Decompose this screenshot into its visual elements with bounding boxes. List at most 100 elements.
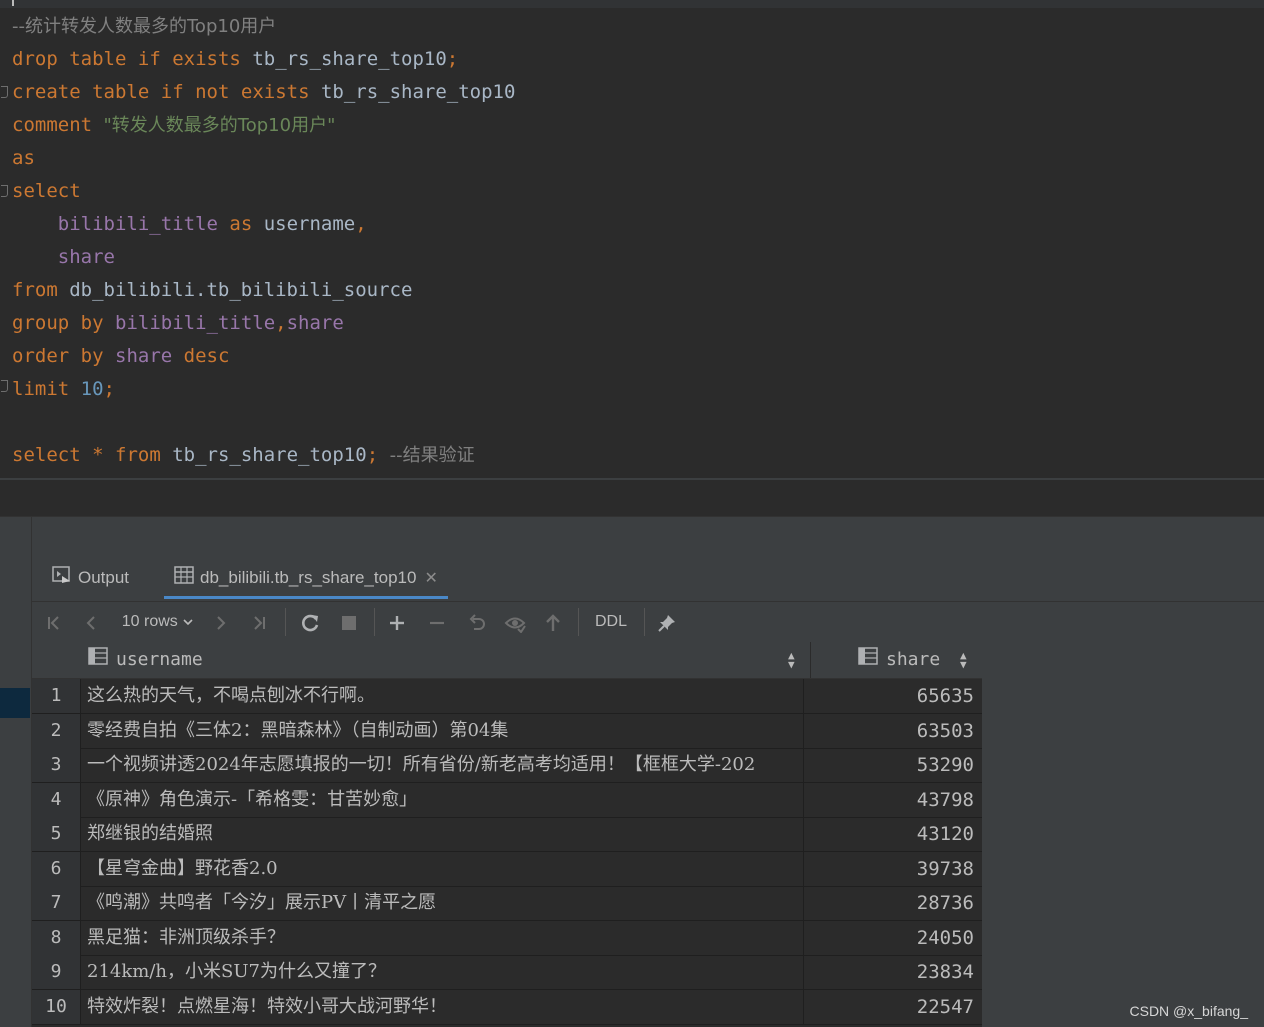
row-number: 8 (32, 921, 81, 955)
code-line-4: comment "转发人数最多的Top10用户" (12, 114, 336, 136)
result-toolbar: 10 rows DDL (32, 601, 1264, 642)
services-panel: Output db_bilibili.tb_rs_share_top10 ✕ 10… (0, 517, 1264, 1027)
sort-icon[interactable]: ▲ ▼ (960, 642, 967, 670)
editor-gutter (0, 8, 10, 481)
table-row[interactable]: 5 郑继银的结婚照 43120 (32, 817, 982, 852)
code-line-9: from db_bilibili.tb_bilibili_source (12, 279, 413, 301)
cell-username[interactable]: 【星穹金曲】野花香2.0 (81, 852, 804, 886)
tab-output-label: Output (78, 568, 130, 587)
tab-result-table-label: db_bilibili.tb_rs_share_top10 (200, 568, 417, 587)
table-row[interactable]: 9 214km/h，小米SU7为什么又撞了？ 23834 (32, 955, 982, 990)
services-tree-strip[interactable] (0, 517, 32, 1027)
row-number: 4 (32, 783, 81, 817)
add-row-icon[interactable] (382, 602, 412, 642)
cell-username[interactable]: 特效炸裂！点燃星海！特效小哥大战河野华！ (81, 990, 804, 1024)
cell-username[interactable]: 《鸣潮》共鸣者「今汐」展示PV丨清平之愿 (81, 886, 804, 920)
submit-icon[interactable] (538, 602, 568, 642)
table-row[interactable]: 3 一个视频讲透2024年志愿填报的一切！所有省份/新老高考均适用！【框框大学-… (32, 748, 982, 783)
toolbar-separator (644, 608, 645, 636)
table-row[interactable]: 1 这么热的天气，不喝点刨冰不行啊。 65635 (32, 679, 982, 714)
cell-share[interactable]: 39738 (811, 852, 982, 886)
table-row[interactable]: 10 特效炸裂！点燃星海！特效小哥大战河野华！ 22547 (32, 990, 982, 1025)
cell-username[interactable]: 这么热的天气，不喝点刨冰不行啊。 (81, 679, 804, 713)
code-line-14: select * from tb_rs_share_top10; --结果验证 (12, 444, 475, 466)
editor-top-strip (0, 0, 1264, 8)
chevron-down-icon (183, 619, 193, 625)
cell-username[interactable]: 一个视频讲透2024年志愿填报的一切！所有省份/新老高考均适用！【框框大学-20… (81, 748, 804, 782)
code-line-7: bilibili_title as username, (57, 213, 367, 235)
row-number: 7 (32, 886, 81, 920)
cell-share[interactable]: 43120 (811, 817, 982, 851)
revert-icon[interactable] (462, 602, 492, 642)
tab-result-table[interactable]: db_bilibili.tb_rs_share_top10 ✕ (164, 557, 448, 599)
fold-marker-icon[interactable] (0, 86, 8, 100)
sort-icon[interactable]: ▲ ▼ (788, 642, 795, 670)
table-icon (174, 558, 194, 600)
sql-editor[interactable]: --统计转发人数最多的Top10用户 drop table if exists … (0, 0, 1264, 481)
cell-username[interactable]: 郑继银的结婚照 (81, 817, 804, 851)
code-line-5: as (12, 147, 35, 169)
watermark: CSDN @x_bifang_ (1129, 1003, 1249, 1019)
toolbar-separator (374, 608, 375, 636)
refresh-icon[interactable] (294, 602, 326, 642)
row-number: 9 (32, 955, 81, 989)
table-row[interactable]: 2 零经费自拍《三体2：黑暗森林》（自制动画）第04集 63503 (32, 714, 982, 749)
delete-row-icon[interactable] (422, 602, 452, 642)
table-row[interactable]: 8 黑足猫：非洲顶级杀手？ 24050 (32, 921, 982, 956)
stop-icon[interactable] (334, 602, 364, 642)
cell-username[interactable]: 214km/h，小米SU7为什么又撞了？ (81, 955, 804, 989)
rows-count-dropdown[interactable]: 10 rows (116, 602, 200, 642)
preview-changes-icon[interactable] (500, 602, 530, 642)
column-divider[interactable] (810, 642, 811, 678)
toolbar-separator (285, 608, 286, 636)
cell-share[interactable]: 22547 (811, 990, 982, 1024)
result-grid[interactable]: username ▲ ▼ share ▲ ▼ 1 这么热的天气，不喝点刨冰不行啊。 … (32, 642, 982, 1027)
cell-username[interactable]: 黑足猫：非洲顶级杀手？ (81, 921, 804, 955)
cell-username[interactable]: 《原神》角色演示-「希格雯：甘苦妙愈」 (81, 783, 804, 817)
code-line-12: limit 10; (12, 378, 115, 400)
fold-marker-icon[interactable] (0, 185, 8, 199)
table-row[interactable]: 6 【星穹金曲】野花香2.0 39738 (32, 852, 982, 887)
code-line-1: --统计转发人数最多的Top10用户 (12, 16, 277, 37)
grid-header: username ▲ ▼ share ▲ ▼ (32, 642, 982, 679)
text-caret (12, 0, 14, 6)
tree-selection-highlight (0, 688, 30, 718)
next-page-icon[interactable] (208, 602, 234, 642)
editor-bottom-border (0, 478, 1264, 480)
table-row[interactable]: 4 《原神》角色演示-「希格雯：甘苦妙愈」 43798 (32, 783, 982, 818)
result-tabs: Output db_bilibili.tb_rs_share_top10 ✕ (32, 557, 1264, 599)
cell-share[interactable]: 28736 (811, 886, 982, 920)
cell-username[interactable]: 零经费自拍《三体2：黑暗森林》（自制动画）第04集 (81, 714, 804, 748)
tab-output[interactable]: Output (52, 557, 129, 599)
row-number: 1 (32, 679, 81, 713)
code-line-6: select (12, 180, 81, 202)
row-number: 10 (32, 990, 81, 1024)
column-header-label: username (116, 649, 203, 670)
column-header-username[interactable]: username (88, 642, 203, 678)
first-page-icon[interactable] (40, 602, 68, 642)
pin-icon[interactable] (652, 602, 682, 642)
code-line-10: group by bilibili_title,share (12, 312, 344, 334)
cell-share[interactable]: 53290 (811, 748, 982, 782)
toolbar-separator (578, 608, 579, 636)
ddl-button[interactable]: DDL (588, 602, 634, 642)
cell-share[interactable]: 24050 (811, 921, 982, 955)
code-line-8: share (57, 246, 115, 268)
cell-share[interactable]: 43798 (811, 783, 982, 817)
cell-share[interactable]: 63503 (811, 714, 982, 748)
previous-page-icon[interactable] (78, 602, 104, 642)
close-icon[interactable]: ✕ (424, 570, 437, 587)
cell-share[interactable]: 23834 (811, 955, 982, 989)
code-line-11: order by share desc (12, 345, 230, 367)
last-page-icon[interactable] (244, 602, 274, 642)
table-row[interactable]: 7 《鸣潮》共鸣者「今汐」展示PV丨清平之愿 28736 (32, 886, 982, 921)
cell-share[interactable]: 65635 (811, 679, 982, 713)
splitter-gap[interactable] (0, 481, 1264, 517)
row-number: 2 (32, 714, 81, 748)
row-number: 5 (32, 817, 81, 851)
row-number: 6 (32, 852, 81, 886)
column-header-share[interactable]: share (858, 642, 940, 678)
column-icon (858, 642, 878, 678)
code-line-2: drop table if exists tb_rs_share_top10; (12, 48, 459, 70)
fold-marker-icon[interactable] (0, 380, 8, 394)
